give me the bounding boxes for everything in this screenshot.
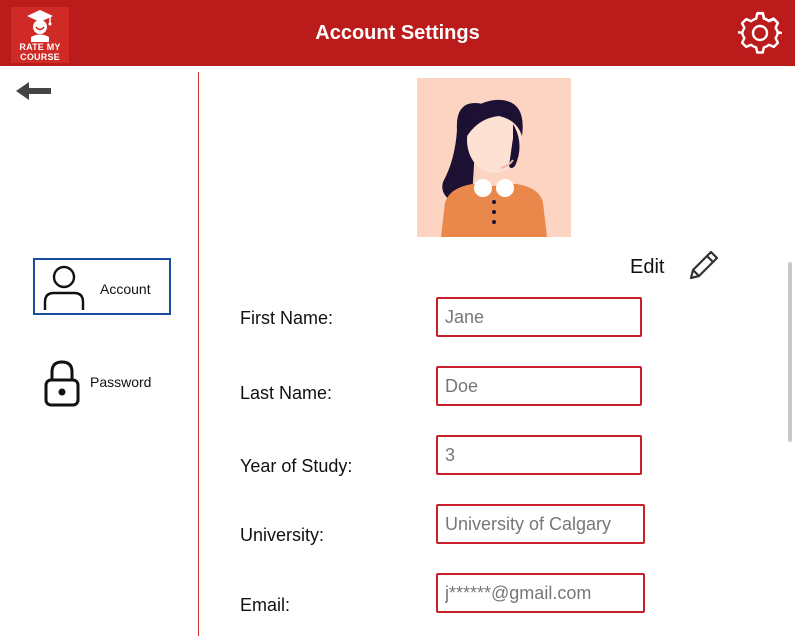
- sidebar-item-account[interactable]: Account: [33, 258, 171, 315]
- sidebar-item-label-password: Password: [90, 374, 152, 390]
- sidebar-item-label-account: Account: [100, 281, 151, 297]
- year-of-study-field[interactable]: [436, 435, 642, 475]
- email-label: Email:: [240, 595, 291, 615]
- last-name-field[interactable]: [436, 366, 642, 406]
- email-field[interactable]: [436, 573, 645, 613]
- scrollbar[interactable]: [788, 262, 792, 442]
- page-title: Account Settings: [315, 22, 480, 44]
- app-header: RATE MY COURSE Account Settings: [0, 0, 795, 66]
- last-name-label: Last Name:: [240, 383, 333, 403]
- pencil-icon[interactable]: [687, 248, 721, 282]
- arrow-left-icon[interactable]: [14, 78, 54, 104]
- edit-profile-button[interactable]: Edit: [630, 256, 664, 279]
- first-name-label: First Name:: [240, 308, 334, 328]
- lock-icon: [44, 360, 80, 407]
- year-of-study-label: Year of Study:: [240, 456, 353, 476]
- user-icon: [43, 265, 85, 310]
- sidebar-item-password[interactable]: Password: [40, 356, 170, 410]
- first-name-field[interactable]: [436, 297, 642, 337]
- university-label: University:: [240, 525, 325, 545]
- sidebar-divider: [198, 72, 199, 636]
- gear-icon[interactable]: [738, 11, 782, 55]
- university-field[interactable]: [436, 504, 645, 544]
- profile-picture-avatar[interactable]: [417, 78, 571, 237]
